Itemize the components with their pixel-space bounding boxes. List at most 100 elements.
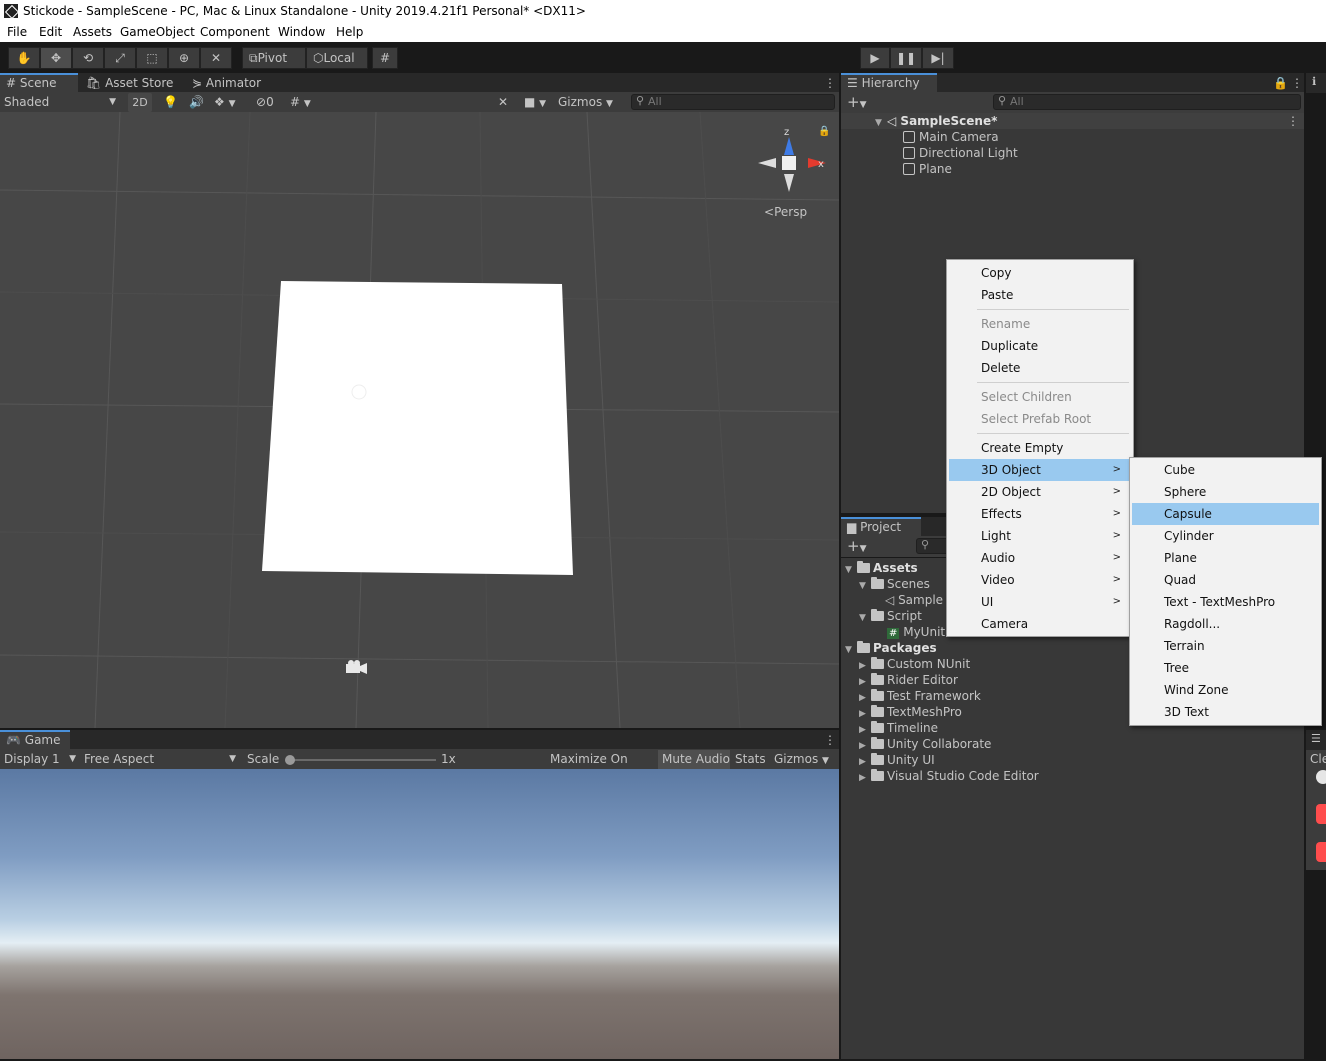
scale-slider-track[interactable] — [288, 759, 436, 761]
menu-item-paste[interactable]: Paste — [949, 284, 1131, 306]
submenu-item-cylinder[interactable]: Cylinder — [1132, 525, 1319, 547]
hierarchy-item-directional-light[interactable]: Directional Light — [903, 145, 1018, 161]
package-folder[interactable]: ▶ Custom NUnit — [859, 656, 970, 672]
package-folder[interactable]: ▶ Visual Studio Code Editor — [859, 768, 1039, 784]
scene-tools-button[interactable]: ✕ — [498, 93, 516, 112]
submenu-item-capsule[interactable]: Capsule — [1132, 503, 1319, 525]
hidden-objects-toggle[interactable]: ⊘0 — [256, 93, 286, 112]
tab-game[interactable]: 🎮 Game — [0, 730, 70, 750]
scene-root-item[interactable]: ▼ ◁ SampleScene* — [875, 113, 997, 129]
orientation-gizmo[interactable] — [758, 137, 826, 192]
shading-mode-dropdown[interactable]: Shaded ▼ — [4, 93, 118, 112]
game-tab-menu-button[interactable]: ⋮ — [818, 730, 836, 750]
menu-item-select-prefab-root[interactable]: Select Prefab Root — [949, 408, 1131, 430]
package-folder[interactable]: ▶ Rider Editor — [859, 672, 958, 688]
menu-item-camera[interactable]: Camera — [949, 613, 1131, 635]
menu-item-duplicate[interactable]: Duplicate — [949, 335, 1131, 357]
menu-assets[interactable]: Assets — [73, 25, 112, 39]
script-asset-item[interactable]: # MyUnit — [887, 624, 945, 640]
hierarchy-menu-button[interactable]: ⋮ — [1285, 73, 1303, 93]
menu-item-3d-object[interactable]: 3D Object > — [949, 459, 1131, 481]
script-folder[interactable]: ▼ Script — [859, 608, 922, 624]
play-button[interactable]: ▶ — [860, 47, 890, 69]
rotate-tool-button[interactable]: ⟲ — [72, 47, 104, 69]
submenu-item-ragdoll[interactable]: Ragdoll... — [1132, 613, 1319, 635]
game-gizmos-dropdown[interactable]: Gizmos ▼ — [772, 750, 836, 769]
menu-item-2d-object[interactable]: 2D Object > — [949, 481, 1131, 503]
rect-tool-button[interactable]: ⬚ — [136, 47, 168, 69]
transform-tool-button[interactable]: ⊕ — [168, 47, 200, 69]
custom-tool-button[interactable]: ✕ — [200, 47, 232, 69]
menu-item-delete[interactable]: Delete — [949, 357, 1131, 379]
tab-asset-store[interactable]: 🛍 Asset Store — [80, 73, 180, 93]
assets-folder[interactable]: ▼ Assets — [845, 560, 918, 576]
project-create-button[interactable]: +▼ — [847, 537, 873, 556]
menu-item-create-empty[interactable]: Create Empty — [949, 437, 1131, 459]
lighting-toggle[interactable]: 💡 — [163, 93, 179, 112]
menu-file[interactable]: File — [7, 25, 27, 39]
menu-component[interactable]: Component — [200, 25, 270, 39]
scene-tab-menu-button[interactable]: ⋮ — [818, 73, 836, 93]
menu-item-copy[interactable]: Copy — [949, 262, 1131, 284]
submenu-item-tree[interactable]: Tree — [1132, 657, 1319, 679]
mode-2d-toggle[interactable]: 2D — [128, 93, 152, 112]
menu-window[interactable]: Window — [278, 25, 325, 39]
menu-item-audio[interactable]: Audio > — [949, 547, 1131, 569]
scenes-folder[interactable]: ▼ Scenes — [859, 576, 930, 592]
scene-asset-item[interactable]: ◁ Sample — [885, 592, 943, 608]
submenu-item-terrain[interactable]: Terrain — [1132, 635, 1319, 657]
submenu-item-wind-zone[interactable]: Wind Zone — [1132, 679, 1319, 701]
camera-dropdown[interactable]: ■ ▼ — [524, 93, 552, 112]
move-tool-button[interactable]: ✥ — [40, 47, 72, 69]
hierarchy-lock-button[interactable]: 🔒 — [1267, 73, 1288, 93]
package-folder[interactable]: ▶ Timeline — [859, 720, 938, 736]
gizmos-dropdown[interactable]: Gizmos ▼ — [558, 93, 624, 112]
submenu-item-textmeshpro[interactable]: Text - TextMeshPro — [1132, 591, 1319, 613]
aspect-dropdown[interactable]: Free Aspect ▼ — [84, 750, 238, 769]
scene-search-input[interactable]: All — [631, 94, 835, 110]
step-button[interactable]: ▶| — [922, 47, 954, 69]
scene-viewport[interactable]: z x 🔒 <Persp — [0, 112, 839, 728]
hierarchy-create-button[interactable]: +▼ — [847, 93, 873, 112]
audio-toggle[interactable]: 🔊 — [189, 93, 205, 112]
package-folder[interactable]: ▶ Unity Collaborate — [859, 736, 991, 752]
tab-scene[interactable]: # Scene — [0, 73, 78, 93]
grid-dropdown[interactable]: # ▼ — [290, 93, 328, 112]
submenu-item-plane[interactable]: Plane — [1132, 547, 1319, 569]
clear-button-label[interactable]: Cle — [1310, 752, 1326, 766]
hierarchy-item-plane[interactable]: Plane — [903, 161, 952, 177]
hierarchy-item-main-camera[interactable]: Main Camera — [903, 129, 999, 145]
tab-hierarchy[interactable]: ☰ Hierarchy — [841, 73, 937, 93]
local-toggle[interactable]: ⬡Local — [306, 47, 368, 69]
menu-gameobject[interactable]: GameObject — [120, 25, 195, 39]
game-viewport[interactable] — [0, 769, 839, 1059]
submenu-item-quad[interactable]: Quad — [1132, 569, 1319, 591]
package-folder[interactable]: ▶ TextMeshPro — [859, 704, 962, 720]
menu-item-rename[interactable]: Rename — [949, 313, 1131, 335]
submenu-item-3d-text[interactable]: 3D Text — [1132, 701, 1319, 723]
plane-object[interactable] — [262, 281, 573, 575]
camera-gizmo-icon[interactable] — [346, 660, 367, 674]
display-dropdown[interactable]: Display 1 ▼ — [4, 750, 78, 769]
grid-snap-button[interactable]: # — [372, 47, 398, 69]
scale-slider-thumb[interactable] — [285, 755, 295, 765]
hand-tool-button[interactable]: ✋ — [8, 47, 40, 69]
maximize-on-play-toggle[interactable]: Maximize On Play — [547, 750, 655, 785]
package-folder[interactable]: ▶ Unity UI — [859, 752, 935, 768]
package-folder[interactable]: ▶ Test Framework — [859, 688, 981, 704]
menu-help[interactable]: Help — [336, 25, 363, 39]
effects-dropdown[interactable]: ❖ ▼ — [214, 93, 250, 112]
scene-menu-button[interactable]: ⋮ — [1287, 113, 1299, 129]
mute-audio-toggle[interactable]: Mute Audio — [658, 750, 730, 769]
console-tab-stub[interactable]: ☰ — [1306, 730, 1326, 750]
tab-animator[interactable]: ⋟ Animator — [186, 73, 286, 93]
menu-edit[interactable]: Edit — [39, 25, 62, 39]
perspective-label[interactable]: <Persp — [764, 205, 807, 219]
menu-item-video[interactable]: Video > — [949, 569, 1131, 591]
menu-item-ui[interactable]: UI > — [949, 591, 1131, 613]
hierarchy-search-input[interactable]: All — [993, 94, 1301, 110]
stats-toggle[interactable]: Stats — [733, 750, 769, 769]
submenu-item-sphere[interactable]: Sphere — [1132, 481, 1319, 503]
scale-tool-button[interactable]: ⤢ — [104, 47, 136, 69]
pause-button[interactable]: ❚❚ — [890, 47, 922, 69]
